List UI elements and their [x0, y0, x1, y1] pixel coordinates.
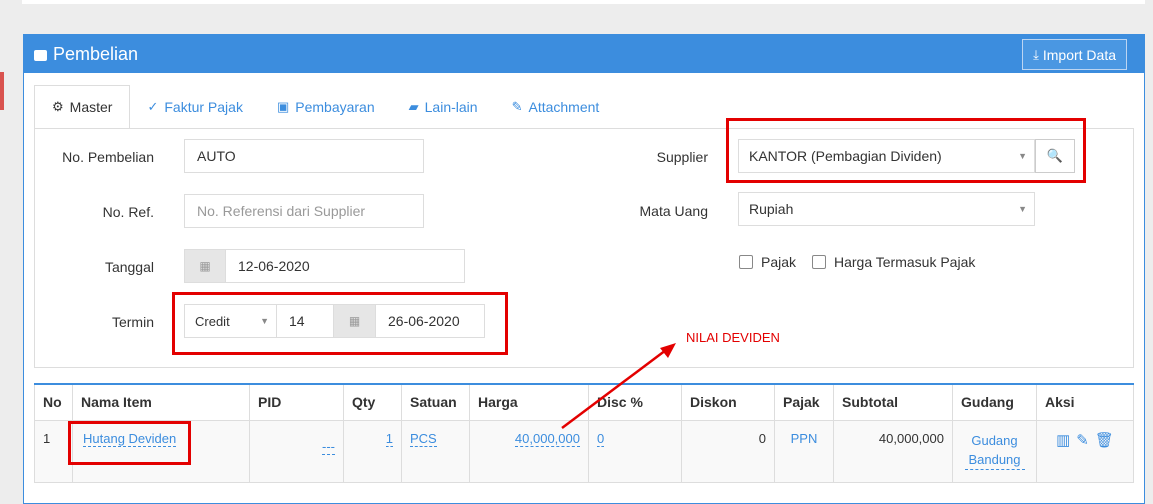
col-gudang: Gudang	[952, 383, 1037, 421]
left-edge-marker	[0, 72, 4, 110]
briefcase-icon	[34, 49, 47, 61]
pajak-link[interactable]: PPN	[791, 431, 818, 446]
pajak-checkbox-label: Pajak	[761, 254, 797, 270]
col-qty: Qty	[343, 383, 402, 421]
cell-harga: 40,000,000	[469, 419, 589, 483]
tanggal-input[interactable]: 12-06-2020	[225, 249, 465, 283]
truck-icon: ▰	[408, 99, 419, 114]
disc-editable[interactable]: 0	[597, 430, 605, 447]
trash-icon[interactable]: 🗑	[1095, 431, 1114, 449]
qty-editable[interactable]: 1	[385, 430, 393, 447]
termin-highlight-box	[172, 292, 508, 355]
tanggal-label: Tanggal	[104, 259, 154, 275]
cell-qty: 1	[343, 419, 402, 483]
panel-header: Pembelian	[24, 35, 1144, 73]
barcode-icon[interactable]: ▥	[1056, 431, 1070, 449]
no-ref-input[interactable]: No. Referensi dari Supplier	[184, 194, 424, 228]
harga-editable[interactable]: 40,000,000	[514, 430, 580, 447]
supplier-label: Supplier	[656, 149, 708, 165]
col-satuan: Satuan	[401, 383, 470, 421]
tab-pembayaran[interactable]: ▣ Pembayaran	[260, 85, 392, 129]
harga-termasuk-pajak-label: Harga Termasuk Pajak	[834, 254, 976, 270]
cell-pid: ---	[249, 419, 344, 483]
cell-subtotal: 40,000,000	[833, 419, 953, 483]
tab-master-label: Master	[69, 99, 113, 115]
tab-lain-lain[interactable]: ▰ Lain-lain	[392, 85, 495, 129]
tab-attachment[interactable]: ✎ Attachment	[495, 85, 617, 129]
paperclip-icon: ✎	[511, 99, 523, 114]
supplier-highlight-box	[726, 118, 1086, 183]
tab-pembayaran-label: Pembayaran	[295, 99, 375, 115]
tab-master[interactable]: ⚙ Master	[34, 85, 131, 129]
cell-aksi: ▥ ✎ 🗑	[1036, 419, 1134, 483]
cell-gudang: Gudang Bandung	[952, 419, 1037, 483]
tab-faktur-pajak[interactable]: ✓ Faktur Pajak	[130, 85, 260, 129]
money-icon: ▣	[276, 99, 290, 114]
tab-bar: ⚙ Master ✓ Faktur Pajak ▣ Pembayaran ▰ L…	[34, 85, 616, 129]
item-highlight-box	[68, 421, 191, 465]
no-ref-label: No. Ref.	[102, 204, 154, 220]
mata-uang-select[interactable]: Rupiah ▼	[738, 192, 1035, 226]
check-circle-icon: ✓	[147, 99, 159, 114]
col-subtotal: Subtotal	[833, 383, 953, 421]
col-pid: PID	[249, 383, 344, 421]
cell-pajak: PPN	[774, 419, 834, 483]
col-diskon: Diskon	[681, 383, 775, 421]
harga-termasuk-pajak-box[interactable]	[812, 255, 826, 269]
item-table: No Nama Item PID Qty Satuan Harga Disc %…	[34, 383, 1134, 483]
harga-termasuk-pajak-checkbox[interactable]: Harga Termasuk Pajak	[812, 254, 975, 270]
cell-disc: 0	[588, 419, 682, 483]
mata-uang-value: Rupiah	[749, 201, 794, 217]
import-data-button[interactable]: ⤓ Import Data	[1022, 39, 1127, 70]
gudang-editable[interactable]: Gudang Bandung	[964, 431, 1025, 470]
table-header-row: No Nama Item PID Qty Satuan Harga Disc %…	[34, 383, 1134, 421]
col-no: No	[34, 383, 73, 421]
panel-title: Pembelian	[53, 43, 139, 64]
pajak-checkbox[interactable]: Pajak	[739, 254, 796, 270]
tab-faktur-pajak-label: Faktur Pajak	[164, 99, 243, 115]
mata-uang-label: Mata Uang	[639, 203, 708, 219]
nilai-deviden-annotation: NILAI DEVIDEN	[686, 330, 780, 345]
pid-editable[interactable]: ---	[322, 438, 335, 455]
pembelian-panel: Pembelian ⤓ Import Data ⚙ Master ✓ Faktu…	[23, 34, 1145, 504]
col-pajak: Pajak	[774, 383, 834, 421]
termin-label: Termin	[111, 314, 154, 330]
satuan-editable[interactable]: PCS	[410, 430, 437, 447]
chevron-down-icon: ▼	[1018, 204, 1027, 214]
download-icon: ⤓	[1033, 46, 1039, 62]
pajak-checkbox-box[interactable]	[739, 255, 753, 269]
import-data-label: Import Data	[1042, 46, 1116, 63]
tab-lain-lain-label: Lain-lain	[424, 99, 478, 115]
col-aksi: Aksi	[1036, 383, 1134, 421]
col-disc: Disc %	[588, 383, 682, 421]
col-nama-item: Nama Item	[72, 383, 250, 421]
tab-attachment-label: Attachment	[528, 99, 600, 115]
col-harga: Harga	[469, 383, 589, 421]
no-pembelian-input[interactable]: AUTO	[184, 139, 424, 173]
no-pembelian-label: No. Pembelian	[62, 149, 154, 165]
row-actions: ▥ ✎ 🗑	[1045, 431, 1125, 449]
cell-no: 1	[34, 419, 73, 483]
pencil-icon[interactable]: ✎	[1076, 431, 1089, 449]
calendar-icon[interactable]: ▦	[184, 249, 226, 283]
gears-icon: ⚙	[52, 99, 64, 114]
table-row: 1 Hutang Deviden --- 1 PCS 40,000,000 0 …	[34, 419, 1134, 483]
top-strip	[22, 0, 1145, 4]
cell-satuan: PCS	[401, 419, 470, 483]
cell-diskon: 0	[681, 419, 775, 483]
